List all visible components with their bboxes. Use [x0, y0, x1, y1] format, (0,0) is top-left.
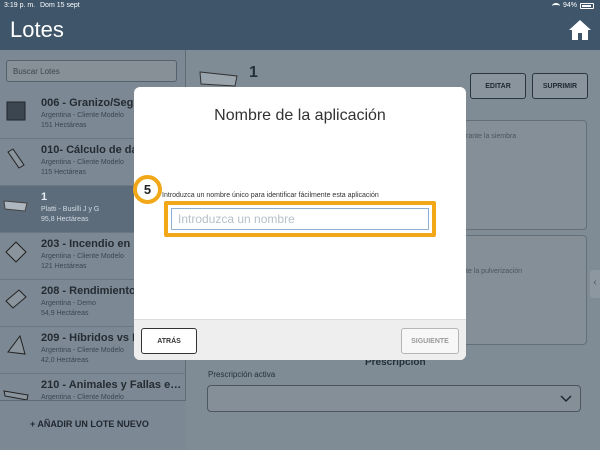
field-shape-icon	[3, 98, 29, 124]
search-input[interactable]: Buscar Lotes	[6, 60, 177, 82]
lote-number: 1	[249, 64, 258, 81]
status-bar: 3:19 p. m. Dom 15 sept 94%	[0, 0, 600, 12]
chevron-down-icon	[560, 395, 572, 403]
prescription-label: Prescripción activa	[208, 370, 276, 379]
step-badge: 5	[133, 175, 162, 204]
list-item-area: 42,0 Hectáreas	[41, 357, 89, 364]
side-drawer-handle[interactable]: ‹	[590, 270, 600, 298]
next-label: SIGUIENTE	[411, 338, 449, 345]
list-item-client: Argentina - Cliente Modelo	[41, 159, 124, 166]
list-item-area: 54,9 Hectáreas	[41, 310, 89, 317]
list-item-name: 1	[41, 191, 48, 203]
list-item-area: 95,8 Hectáreas	[41, 216, 89, 223]
list-item-area: 115 Hectáreas	[41, 169, 87, 176]
nav-bar: Lotes	[0, 12, 600, 50]
dialog-footer: ATRÁS SIGUIENTE	[134, 319, 466, 360]
field-shape-icon	[199, 71, 238, 87]
list-item-area: 121 Hectáreas	[41, 263, 87, 270]
spraying-panel: te la pulverización	[457, 235, 587, 345]
delete-button[interactable]: SUPRIMIR	[532, 73, 588, 99]
battery-icon	[580, 2, 594, 9]
list-item-name: 006 - Granizo/Seg	[41, 97, 134, 109]
list-item-name: 210 - Animales y Fallas e…	[41, 379, 182, 391]
spraying-panel-text: te la pulverización	[466, 268, 523, 275]
list-item-name: 209 - Híbridos vs F	[41, 332, 139, 344]
edit-button[interactable]: EDITAR	[470, 73, 526, 99]
list-item-name: 010- Cálculo de da	[41, 144, 138, 156]
add-lote-button[interactable]: + AÑADIR UN LOTE NUEVO	[0, 400, 186, 450]
status-date: Dom 15 sept	[40, 2, 80, 9]
field-shape-icon	[3, 333, 29, 359]
dialog-title: Nombre de la aplicación	[214, 107, 386, 124]
battery-percent: 94%	[562, 2, 577, 9]
list-item-client: Platti - Busilli J y G	[41, 206, 100, 213]
input-highlight-frame	[164, 201, 436, 237]
wifi-icon	[551, 2, 560, 9]
back-label: ATRÁS	[157, 338, 181, 345]
list-item-name: 208 - Rendimiento	[41, 285, 136, 297]
dialog-instruction: Introduzca un nombre único para identifi…	[162, 192, 379, 199]
field-shape-icon	[3, 239, 29, 265]
search-placeholder: Buscar Lotes	[13, 67, 60, 76]
list-item-client: Argentina - Cliente Modelo	[41, 253, 124, 260]
field-shape-icon	[3, 192, 29, 218]
sowing-panel: rante la siembra	[457, 120, 587, 230]
status-time: 3:19 p. m.	[4, 2, 36, 9]
add-lote-label: + AÑADIR UN LOTE NUEVO	[30, 419, 149, 429]
status-battery-group: 94%	[551, 2, 594, 9]
field-shape-icon	[3, 145, 29, 171]
list-item-client: Argentina - Cliente Modelo	[41, 112, 124, 119]
list-item-client: Argentina - Demo	[41, 300, 96, 307]
application-name-dialog: Nombre de la aplicación Introduzca un no…	[134, 87, 466, 360]
next-button[interactable]: SIGUIENTE	[401, 328, 459, 354]
delete-label: SUPRIMIR	[542, 83, 578, 90]
list-item-client: Argentina - Cliente Modelo	[41, 347, 124, 354]
application-name-input[interactable]	[171, 208, 429, 230]
list-item-area: 151 Hectáreas	[41, 122, 87, 129]
back-button[interactable]: ATRÁS	[141, 328, 197, 354]
battery-fill	[582, 4, 591, 7]
field-shape-icon	[3, 286, 29, 312]
home-icon[interactable]	[568, 19, 592, 41]
prescription-select[interactable]	[207, 385, 581, 412]
list-item-name: 203 - Incendio en	[41, 238, 131, 250]
edit-label: EDITAR	[485, 83, 511, 90]
page-title: Lotes	[10, 17, 64, 42]
sowing-panel-text: rante la siembra	[466, 133, 517, 140]
